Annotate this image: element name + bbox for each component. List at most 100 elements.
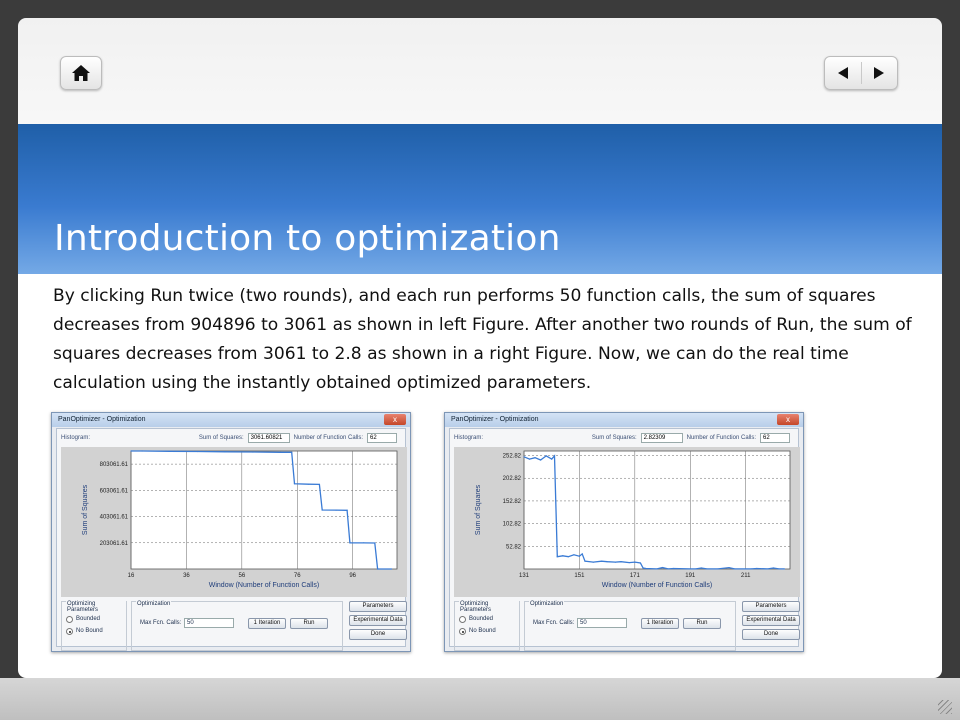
radio-circle-icon	[66, 616, 73, 623]
bottom-bar	[0, 678, 960, 720]
radio-bounded[interactable]: Bounded	[66, 616, 100, 623]
data-point	[551, 458, 553, 460]
x-tick-label: 131	[519, 573, 530, 579]
done-button[interactable]: Done	[742, 629, 800, 640]
data-point	[390, 568, 393, 570]
data-point	[224, 451, 226, 453]
y-tick-label: 102.82	[503, 522, 522, 528]
data-point	[756, 567, 758, 570]
function-calls-field[interactable]: 62	[367, 433, 397, 443]
max-calls-label: Max Fcn. Calls:	[140, 620, 182, 626]
experimental-data-button[interactable]: Experimental Data	[349, 615, 407, 626]
done-button[interactable]: Done	[349, 629, 407, 640]
x-tick-label: 16	[128, 573, 135, 579]
run-button[interactable]: Run	[683, 618, 721, 629]
plot-area	[523, 450, 791, 570]
histogram-label: Histogram:	[454, 435, 484, 441]
close-button[interactable]: x	[384, 414, 406, 425]
data-point	[196, 450, 199, 453]
x-tick-label: 191	[685, 573, 696, 579]
data-point	[307, 483, 309, 485]
y-tick-label: 403061.61	[100, 515, 129, 521]
data-point	[293, 483, 296, 485]
function-calls-label: Number of Function Calls:	[686, 435, 756, 441]
data-point	[581, 553, 583, 555]
y-tick-label: 52.82	[506, 544, 522, 550]
data-point	[130, 450, 132, 452]
optimization-group: Optimization Max Fcn. Calls: 50 1 Iterat…	[524, 601, 736, 651]
experimental-data-button[interactable]: Experimental Data	[742, 615, 800, 626]
radio-no-bound[interactable]: No Bound	[459, 628, 496, 635]
data-point	[778, 568, 780, 570]
data-point	[540, 459, 542, 461]
triangle-right-icon	[874, 67, 885, 79]
data-point	[600, 560, 603, 562]
data-point	[592, 561, 594, 563]
histogram-chart: 252.82 202.82 152.82 102.82 52.82 131 151 171 19…	[454, 447, 800, 597]
x-tick-label: 151	[574, 573, 585, 579]
data-point	[642, 567, 644, 569]
data-point	[717, 568, 719, 570]
slide-title: Introduction to optimization	[54, 218, 561, 259]
control-panel: Optimizing Parameters Bounded No Bound O…	[454, 601, 800, 651]
triangle-left-icon	[837, 67, 848, 79]
parameters-button[interactable]: Parameters	[742, 601, 800, 612]
chart-svg: 252.82 202.82 152.82 102.82 52.82 131 151 171 19…	[475, 450, 791, 589]
radio-selected-icon	[66, 628, 73, 635]
data-point	[534, 457, 536, 459]
data-point	[553, 455, 556, 457]
data-point	[252, 451, 254, 453]
data-point	[606, 561, 608, 563]
optimizing-parameters-group: Optimizing Parameters Bounded No Bound	[61, 601, 127, 651]
data-point	[562, 555, 564, 557]
control-panel: Optimizing Parameters Bounded No Bound O…	[61, 601, 407, 651]
next-button[interactable]	[862, 57, 898, 89]
x-tick-label: 76	[294, 573, 301, 579]
histogram-chart: 803061.61 603061.61 403061.61 203061.61 16 36…	[61, 447, 407, 597]
chart-svg: 803061.61 603061.61 403061.61 203061.61 16 36…	[82, 450, 398, 589]
group-label: Optimizing Parameters	[66, 601, 126, 613]
home-button[interactable]	[60, 56, 102, 90]
pager-buttons	[824, 56, 898, 90]
home-icon	[72, 65, 90, 81]
y-tick-label: 803061.61	[100, 462, 129, 468]
one-iteration-button[interactable]: 1 Iteration	[248, 618, 286, 629]
optimizer-window: PanOptimizer - Optimization x Histogram:…	[51, 412, 411, 652]
function-calls-field[interactable]: 62	[760, 433, 790, 443]
data-point	[733, 568, 736, 570]
y-axis-label: Sum of Squares	[475, 484, 482, 535]
data-point	[349, 542, 351, 544]
data-point	[523, 456, 525, 458]
max-calls-field[interactable]: 50	[577, 618, 627, 628]
one-iteration-button[interactable]: 1 Iteration	[641, 618, 679, 629]
optimization-group: Optimization Max Fcn. Calls: 50 1 Iterat…	[131, 601, 343, 651]
prev-button[interactable]	[825, 57, 861, 89]
parameters-button[interactable]: Parameters	[349, 601, 407, 612]
data-point	[335, 509, 337, 511]
group-label: Optimizing Parameters	[459, 601, 519, 613]
radio-no-bound[interactable]: No Bound	[66, 628, 103, 635]
group-label: Optimization	[136, 601, 172, 607]
data-point	[556, 556, 558, 558]
run-button[interactable]: Run	[290, 618, 328, 629]
max-calls-field[interactable]: 50	[184, 618, 234, 628]
close-button[interactable]: x	[777, 414, 799, 425]
group-label: Optimization	[529, 601, 565, 607]
radio-label: Bounded	[469, 616, 494, 622]
resize-grip-icon[interactable]	[938, 700, 952, 714]
data-point	[573, 554, 575, 556]
data-point	[620, 561, 622, 563]
data-point	[673, 567, 675, 570]
data-point	[767, 568, 769, 570]
sum-of-squares-field[interactable]: 2.82309	[640, 433, 683, 443]
data-point	[280, 451, 282, 453]
data-point	[634, 561, 636, 563]
data-point	[689, 568, 691, 570]
data-point	[783, 568, 786, 570]
histogram-header: Histogram: Sum of Squares: 3061.60821 Nu…	[61, 432, 401, 444]
sum-of-squares-field[interactable]: 3061.60821	[247, 433, 290, 443]
radio-bounded[interactable]: Bounded	[459, 616, 494, 623]
y-axis-label: Sum of Squares	[82, 484, 89, 535]
data-point	[661, 566, 664, 569]
window-body: Histogram: Sum of Squares: 2.82309 Numbe…	[449, 428, 800, 651]
